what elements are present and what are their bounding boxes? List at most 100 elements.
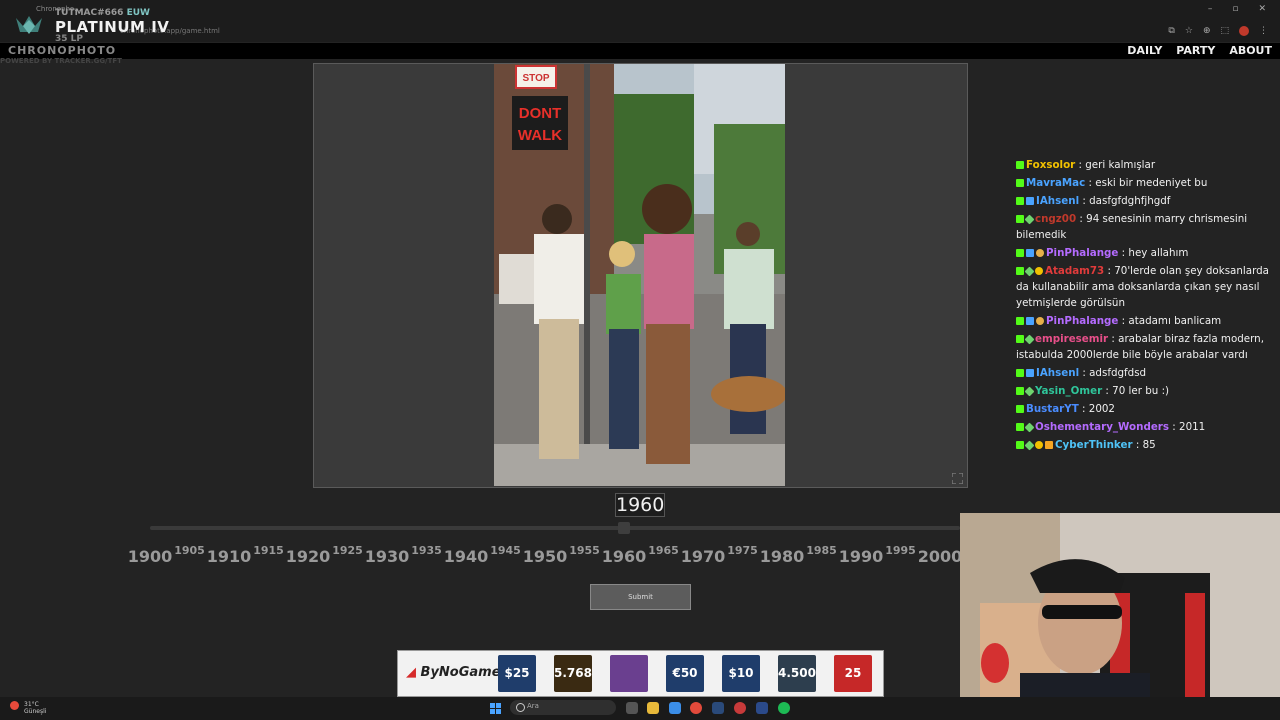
chat-username[interactable]: IAhsenl xyxy=(1036,367,1079,379)
chat-text: : 2002 xyxy=(1078,403,1115,415)
sponsor-product-card[interactable]: 4.500 xyxy=(778,655,816,692)
nav-party[interactable]: PARTY xyxy=(1176,44,1215,57)
chat-message: PinPhalange : hey allahım xyxy=(1016,245,1274,261)
sponsor-product-card[interactable]: €50 xyxy=(666,655,704,692)
year-tick-1920[interactable]: 1920 xyxy=(286,547,331,566)
chat-badge-icon xyxy=(1016,317,1024,325)
chat-text: : adsfdgfdsd xyxy=(1079,367,1147,379)
obs-icon[interactable] xyxy=(734,702,746,714)
year-tick-1985[interactable]: 1985 xyxy=(806,544,837,557)
fullscreen-icon[interactable] xyxy=(952,473,963,484)
chat-username[interactable]: CyberThinker xyxy=(1055,439,1133,451)
chat-username[interactable]: MavraMac xyxy=(1026,177,1085,189)
link-icon[interactable]: ⊕ xyxy=(1203,26,1211,36)
chat-username[interactable]: Atadam73 xyxy=(1045,265,1104,277)
browser-toolbar: Chronopho... chronophoto.app/game.html ⧉… xyxy=(0,0,1280,42)
stream-chat: Foxsolor : geri kalmışlar MavraMac : eski… xyxy=(1016,157,1274,455)
chat-badge-icon xyxy=(1016,369,1024,377)
year-tick-1940[interactable]: 1940 xyxy=(444,547,489,566)
close-icon[interactable]: ✕ xyxy=(1258,4,1266,14)
extensions-icon[interactable]: ⬚ xyxy=(1220,26,1229,36)
submit-button[interactable]: Submit xyxy=(590,584,691,610)
streamer-webcam xyxy=(960,513,1280,720)
year-tick-1925[interactable]: 1925 xyxy=(332,544,363,557)
chat-username[interactable]: PinPhalange xyxy=(1046,247,1118,259)
chat-username[interactable]: Oshementary_Wonders xyxy=(1035,421,1169,433)
spotify-icon[interactable] xyxy=(778,702,790,714)
stop-sign-text: STOP xyxy=(522,73,549,84)
year-tick-1995[interactable]: 1995 xyxy=(885,544,916,557)
year-tick-1910[interactable]: 1910 xyxy=(207,547,252,566)
maximize-icon[interactable]: ▫ xyxy=(1232,4,1238,14)
edge-browser-icon[interactable] xyxy=(669,702,681,714)
year-tick-1975[interactable]: 1975 xyxy=(727,544,758,557)
rank-emblem-icon xyxy=(16,16,42,34)
chat-text: : hey allahım xyxy=(1118,247,1189,259)
chat-username[interactable]: empiresemir xyxy=(1035,333,1108,345)
year-tick-1905[interactable]: 1905 xyxy=(174,544,205,557)
chat-message: CyberThinker : 85 xyxy=(1016,437,1274,453)
chat-username[interactable]: IAhsenl xyxy=(1036,195,1079,207)
chrome-icon[interactable] xyxy=(690,702,702,714)
nav-daily[interactable]: DAILY xyxy=(1127,44,1162,57)
chat-username[interactable]: Yasin_Omer xyxy=(1035,385,1102,397)
chat-text: : dasfgfdghfjhgdf xyxy=(1079,195,1171,207)
year-tick-1960[interactable]: 1960 xyxy=(602,547,647,566)
chat-message: Yasin_Omer : 70 ler bu :) xyxy=(1016,383,1274,399)
chat-username[interactable]: Foxsolor xyxy=(1026,159,1075,171)
chat-message: empiresemir : arabalar biraz fazla moder… xyxy=(1016,331,1274,363)
sponsor-banner[interactable]: ◢ ByNoGame $25 5.768 €50 $10 4.500 25 xyxy=(397,650,884,697)
chat-badge-icon xyxy=(1026,249,1034,257)
minimize-icon[interactable]: – xyxy=(1208,4,1213,14)
chat-text: : 70 ler bu :) xyxy=(1102,385,1170,397)
profile-avatar-icon[interactable] xyxy=(1239,26,1249,36)
windows-taskbar: 31°C Güneşli xyxy=(0,697,1280,720)
chat-badge-icon xyxy=(1016,197,1024,205)
chat-badge-icon xyxy=(1024,440,1035,451)
year-tick-1980[interactable]: 1980 xyxy=(760,547,805,566)
year-slider-track[interactable] xyxy=(150,526,960,530)
sponsor-product-card[interactable]: $25 xyxy=(498,655,536,692)
task-view-icon[interactable] xyxy=(626,702,638,714)
sponsor-product-card[interactable]: $10 xyxy=(722,655,760,692)
chat-badge-icon xyxy=(1045,441,1053,449)
chat-badge-icon xyxy=(1016,387,1024,395)
menu-kebab-icon[interactable]: ⋮ xyxy=(1259,26,1268,36)
chat-username[interactable]: PinPhalange xyxy=(1046,315,1118,327)
year-tick-1965[interactable]: 1965 xyxy=(648,544,679,557)
windows-start-icon[interactable] xyxy=(490,703,501,714)
year-tick-1990[interactable]: 1990 xyxy=(839,547,884,566)
year-tick-1915[interactable]: 1915 xyxy=(253,544,284,557)
chat-badge-icon xyxy=(1016,215,1024,223)
year-tick-1970[interactable]: 1970 xyxy=(681,547,726,566)
year-tick-1935[interactable]: 1935 xyxy=(411,544,442,557)
nav-about[interactable]: ABOUT xyxy=(1229,44,1272,57)
year-tick-1930[interactable]: 1930 xyxy=(365,547,410,566)
sponsor-product-card[interactable] xyxy=(610,655,648,692)
window-controls: – ▫ ✕ xyxy=(1208,4,1266,14)
chat-badge-icon xyxy=(1024,266,1035,277)
year-tick-1950[interactable]: 1950 xyxy=(523,547,568,566)
year-tick-2000[interactable]: 2000 xyxy=(918,547,963,566)
photoshop-icon[interactable] xyxy=(756,702,768,714)
chat-username[interactable]: cngz00 xyxy=(1035,213,1076,225)
bookmark-star-icon[interactable]: ☆ xyxy=(1185,26,1193,36)
sponsor-product-card[interactable]: 5.768 xyxy=(554,655,592,692)
year-tick-1900[interactable]: 1900 xyxy=(128,547,173,566)
chat-text: : 85 xyxy=(1132,439,1156,451)
file-explorer-icon[interactable] xyxy=(647,702,659,714)
weather-widget[interactable]: 31°C Güneşli xyxy=(24,701,46,715)
chat-badge-icon xyxy=(1036,317,1044,325)
selected-year-display: 1960 xyxy=(615,493,665,517)
dont-sign-text: DONT xyxy=(519,105,562,122)
year-slider-thumb[interactable] xyxy=(618,522,630,534)
taskbar-search-input[interactable]: Ara xyxy=(510,700,616,715)
site-logo[interactable]: CHRONOPHOTO xyxy=(8,44,116,57)
chat-username[interactable]: BustarYT xyxy=(1026,403,1079,415)
sponsor-product-card[interactable]: 25 xyxy=(834,655,872,692)
year-tick-1945[interactable]: 1945 xyxy=(490,544,521,557)
streamer-summoner-name: TUTMAC#666 EUW xyxy=(55,8,150,18)
year-tick-1955[interactable]: 1955 xyxy=(569,544,600,557)
translate-icon[interactable]: ⧉ xyxy=(1168,26,1174,36)
steam-icon[interactable] xyxy=(712,702,724,714)
